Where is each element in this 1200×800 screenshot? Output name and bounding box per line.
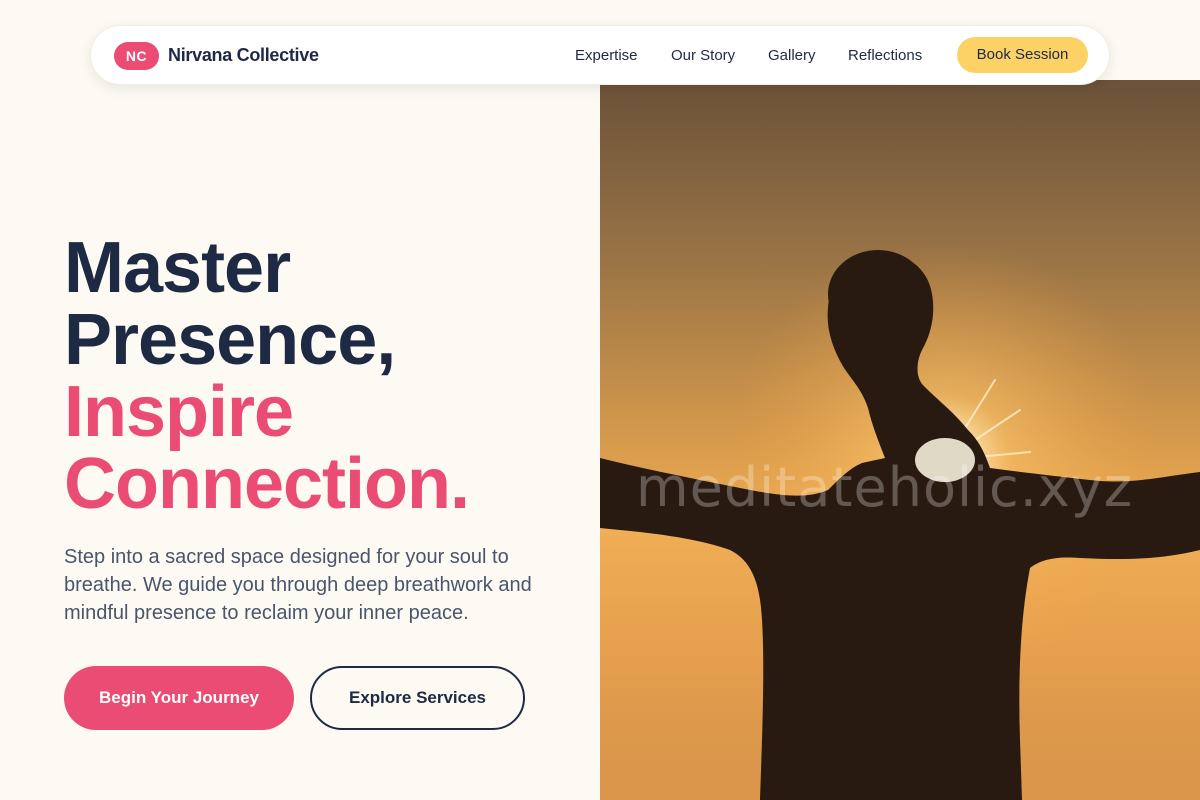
hero-description: Step into a sacred space designed for yo… [64,546,532,624]
sunset-silhouette-image [600,80,1200,800]
top-navigation: NC Nirvana Collective Expertise Our Stor… [90,25,1110,85]
nav-link-expertise[interactable]: Expertise [575,47,638,64]
nav-link-reflections[interactable]: Reflections [848,47,922,64]
headline-line-3: Inspire [64,372,294,452]
nav-link-our-story[interactable]: Our Story [671,47,735,64]
begin-journey-button[interactable]: Begin Your Journey [64,666,294,730]
image-watermark: meditateholic.xyz [636,456,1134,519]
nav-link-gallery[interactable]: Gallery [768,47,816,64]
headline-line-1: Master [64,228,291,308]
landing-page: meditateholic.xyz NC Nirvana Collective … [0,0,1200,800]
explore-services-button[interactable]: Explore Services [310,666,525,730]
brand-name[interactable]: Nirvana Collective [168,45,319,66]
headline-line-2: Presence, [64,300,396,380]
logo-badge[interactable]: NC [114,42,159,70]
book-session-button[interactable]: Book Session [957,37,1088,73]
hero-headline: Master Presence, Inspire Connection. [64,228,470,524]
headline-line-4: Connection. [64,444,470,524]
hero-photo: meditateholic.xyz [600,80,1200,800]
